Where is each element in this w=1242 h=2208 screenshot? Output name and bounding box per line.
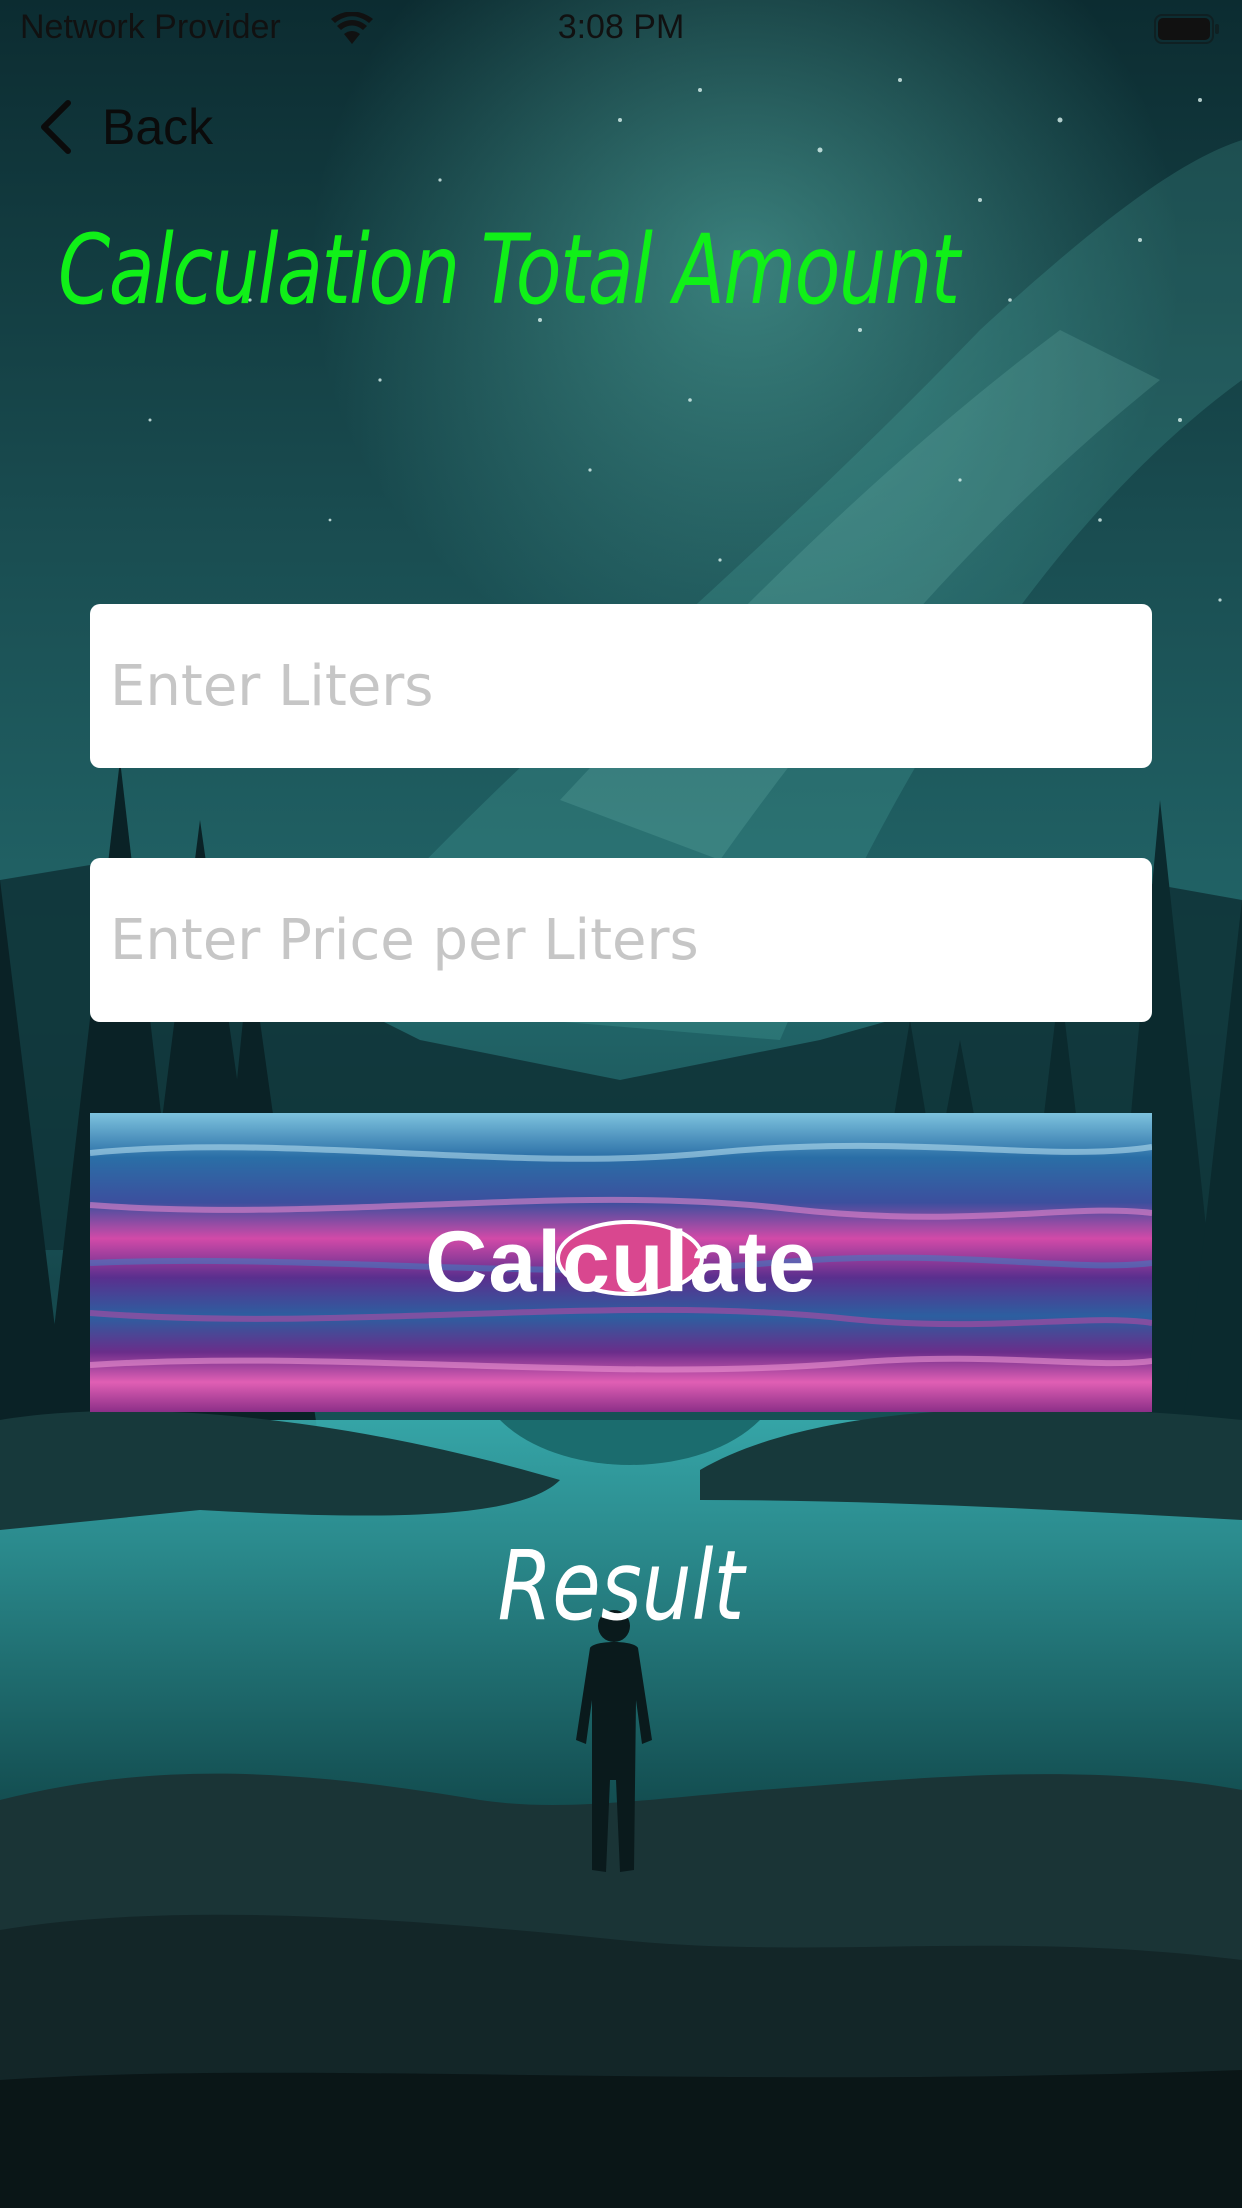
status-bar: Network Provider 3:08 PM [0,0,1242,62]
background-image [0,0,1242,2208]
calculate-button[interactable]: Calculate [90,1113,1152,1412]
calculator-screen: Network Provider 3:08 PM Back Calculatio… [0,0,1242,2208]
result-label: Result [497,1530,745,1642]
calculate-label: Calculate [425,1214,817,1310]
page-title: Calculation Total Amount [58,214,960,326]
battery-icon [1154,14,1219,44]
chevron-left-icon [41,100,71,154]
clock-label: 3:08 PM [557,8,685,46]
liters-input[interactable] [90,604,1152,768]
back-button[interactable]: Back [36,92,213,162]
back-label: Back [102,99,214,155]
price-per-liter-input[interactable] [90,858,1152,1022]
